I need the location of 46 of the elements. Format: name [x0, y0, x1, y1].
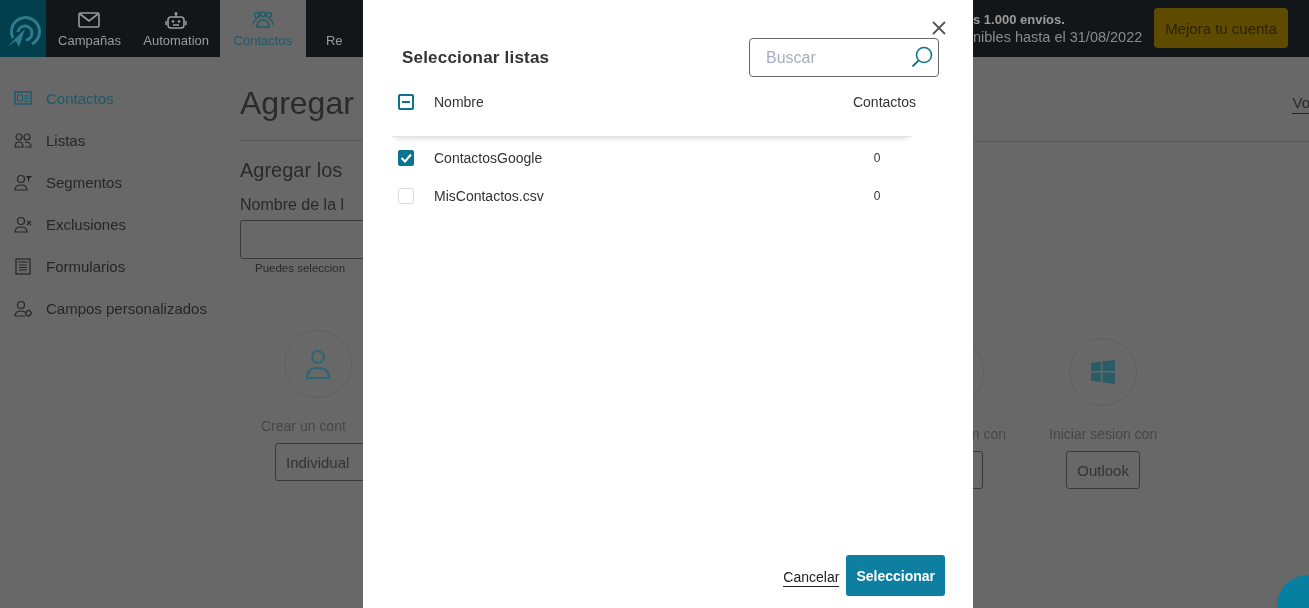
- cancel-link[interactable]: Cancelar: [783, 568, 840, 587]
- nav-tab[interactable]: Re: [305, 0, 363, 57]
- plan-expiry: nibles hasta el 31/08/2022: [973, 29, 1143, 45]
- dialog-title: Seleccionar listas: [402, 47, 550, 68]
- sidebar-item[interactable]: Campos personalizados: [0, 297, 240, 319]
- person-icon: [305, 349, 331, 379]
- row-checkbox[interactable]: [398, 188, 414, 204]
- section-heading: Agregar los: [240, 159, 344, 182]
- windows-icon: [1091, 360, 1116, 384]
- close-icon: [931, 20, 947, 36]
- group-icon: [14, 131, 32, 149]
- contact-count: 0: [872, 189, 882, 203]
- contact-card-icon: [14, 89, 32, 107]
- field-hint: Puedes seleccion: [255, 262, 347, 274]
- minus-icon: [401, 98, 411, 106]
- search-icon: [911, 46, 933, 68]
- field-label: Nombre de la l: [240, 196, 346, 214]
- people-icon: [251, 11, 274, 29]
- envelope-icon: [78, 11, 101, 29]
- contact-count: 0: [872, 151, 882, 165]
- row-checkbox[interactable]: [398, 150, 414, 166]
- sidebar-item[interactable]: Contactos: [0, 87, 240, 109]
- robot-icon: [165, 11, 188, 29]
- column-header: Nombre: [434, 94, 485, 110]
- plan-notice: s 1.000 envíos.: [973, 12, 1066, 27]
- sidebar-item[interactable]: Formularios: [0, 255, 240, 277]
- list-name: MisContactos.csv: [434, 188, 545, 204]
- sidebar-item[interactable]: Exclusiones: [0, 213, 240, 235]
- close-button[interactable]: [931, 20, 947, 36]
- back-link[interactable]: Vo: [1292, 93, 1309, 114]
- search-field[interactable]: Buscar: [749, 38, 939, 77]
- select-all-checkbox[interactable]: [398, 94, 414, 110]
- form-icon: [14, 257, 32, 275]
- sidebar-item[interactable]: Segmentos: [0, 171, 240, 193]
- person-tag-icon: [14, 299, 32, 317]
- page-title: Agregar: [240, 84, 355, 122]
- nav-tab[interactable]: Campañas: [46, 0, 133, 57]
- column-header: Contactos: [852, 94, 916, 110]
- nav-tab[interactable]: Automation: [132, 0, 220, 57]
- person-x-icon: [14, 215, 32, 233]
- sidebar-item[interactable]: Listas: [0, 129, 240, 151]
- check-icon: [400, 152, 412, 164]
- select-button[interactable]: Seleccionar: [846, 555, 945, 596]
- list-name: ContactosGoogle: [434, 150, 544, 166]
- person-filter-icon: [14, 173, 32, 191]
- input-field[interactable]: [240, 220, 363, 259]
